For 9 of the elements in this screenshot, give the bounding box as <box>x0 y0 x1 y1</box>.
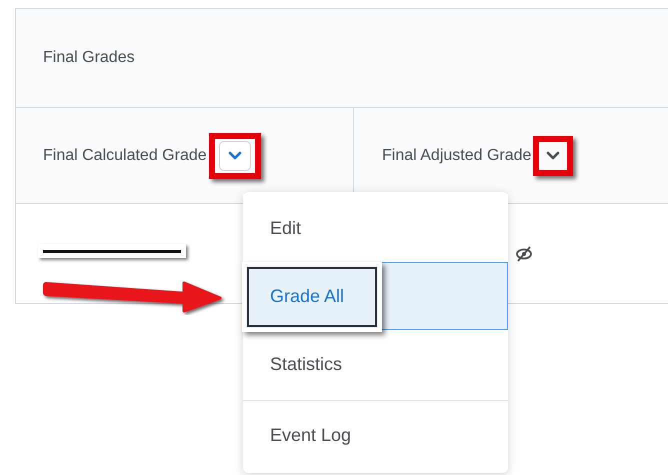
menu-item[interactable]: Edit <box>243 194 508 262</box>
dropdown-button[interactable] <box>218 140 251 170</box>
chevron-down-icon <box>546 151 560 160</box>
column-header: Final Adjusted Grade <box>382 146 532 164</box>
menu-item[interactable]: Statistics <box>243 330 508 398</box>
column-header: Final Calculated Grade <box>43 146 207 164</box>
column-group-header: Final Grades <box>43 49 135 67</box>
chevron-down-icon <box>228 151 242 160</box>
menu-item[interactable]: Event Log <box>243 401 508 469</box>
